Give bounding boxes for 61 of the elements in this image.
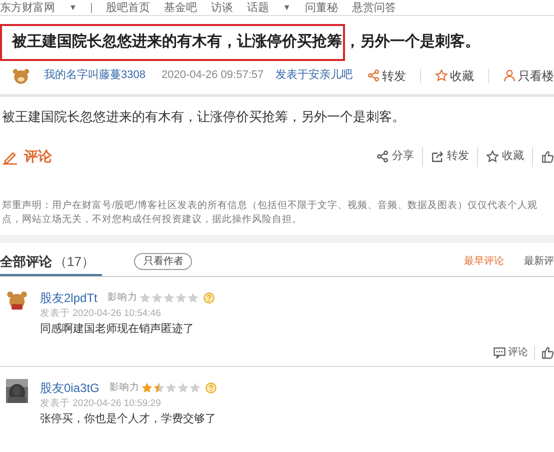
- avatar-icon: [6, 289, 28, 311]
- thumbs-up-icon: [541, 346, 554, 359]
- dropdown-caret-icon[interactable]: ▼: [69, 2, 77, 14]
- title-text: ，另外一个是刺客。: [345, 33, 480, 50]
- disclaimer-text: 郑重声明：用户在财富号/股吧/博客社区发表的所有信息（包括但不限于文字、视频、音频、数据及图表）仅仅代表个人观点，网站立场无关，不对您构成任何投资建议，据此操作风险自担。: [1, 199, 538, 227]
- comment-button[interactable]: 评论: [0, 146, 52, 167]
- star-icon: [177, 382, 190, 394]
- star-icon: [189, 382, 202, 394]
- comment-text: 张停买，你也是个人才，学费交够了: [40, 412, 217, 427]
- share-icon: [376, 150, 389, 163]
- highlighted-title-text: 被王建国院长忽悠进来的有木有，让涨停价买抢筹: [0, 24, 345, 60]
- share-icon: [367, 69, 380, 82]
- person-icon: [503, 69, 516, 82]
- tool-button[interactable]: 转发: [431, 148, 469, 165]
- nav-link[interactable]: 股吧首页: [106, 2, 150, 14]
- tool-button[interactable]: 分享: [376, 148, 414, 165]
- author-only-button[interactable]: 只看作者: [134, 253, 192, 270]
- action-button[interactable]: 收藏: [435, 66, 474, 84]
- influence-label: 影响力: [109, 380, 140, 395]
- thumbs-up-icon: [541, 150, 554, 163]
- nav-link[interactable]: 基金吧: [164, 2, 197, 14]
- influence-label: 影响力: [107, 290, 138, 305]
- action-button[interactable]: 转发: [367, 66, 406, 84]
- tool-button[interactable]: 收藏: [486, 148, 524, 165]
- comment-time: 发表于 2020-04-26 10:59:29: [40, 397, 162, 411]
- nav-link[interactable]: 话题: [246, 2, 269, 14]
- like-button[interactable]: [541, 346, 554, 359]
- star-outline-icon: [435, 69, 448, 82]
- sort-option[interactable]: 最早评论: [464, 254, 504, 269]
- nav-link[interactable]: 东方财富网: [0, 2, 55, 14]
- star-icon: [139, 292, 152, 304]
- nav-link[interactable]: 问董秘: [304, 2, 338, 14]
- username-link[interactable]: 股友2lpdTt: [40, 289, 98, 307]
- reply-button[interactable]: 评论: [493, 345, 528, 360]
- forward-icon: [431, 150, 444, 163]
- star-icon: [187, 292, 200, 304]
- nav-link[interactable]: 悬赏问答: [352, 2, 396, 14]
- star-icon: [163, 292, 176, 304]
- star-outline-icon: [486, 150, 499, 163]
- avatar-icon: [12, 66, 30, 84]
- star-icon: [151, 292, 164, 304]
- comments-tab[interactable]: 全部评论（17）: [0, 249, 102, 276]
- like-button[interactable]: [541, 150, 554, 163]
- dropdown-caret-icon[interactable]: ▼: [282, 2, 291, 14]
- star-icon: [165, 382, 178, 394]
- action-button[interactable]: 只看楼: [503, 66, 554, 84]
- comment-time: 发表于 2020-04-26 10:54:46: [40, 307, 162, 321]
- help-icon: [203, 292, 216, 304]
- chat-icon: [493, 346, 506, 359]
- sort-option[interactable]: 最新评: [524, 254, 554, 269]
- help-icon: [205, 382, 218, 394]
- star-icon: [153, 382, 166, 394]
- post-time: 2020-04-26 09:57:57: [161, 68, 264, 84]
- post-body: 被王建国院长忽悠进来的有木有，让涨停价买抢筹，另外一个是刺客。: [1, 108, 406, 126]
- star-icon: [175, 292, 188, 304]
- forum-link[interactable]: 发表于安亲儿吧: [276, 67, 353, 84]
- author-link[interactable]: 我的名字叫藤蔓3308: [44, 67, 146, 84]
- comment-text: 同感啊建国老师现在销声匿迹了: [40, 322, 195, 337]
- star-icon: [141, 382, 154, 394]
- username-link[interactable]: 股友0ia3tG: [40, 379, 100, 397]
- nav-link[interactable]: 访谈: [210, 2, 233, 14]
